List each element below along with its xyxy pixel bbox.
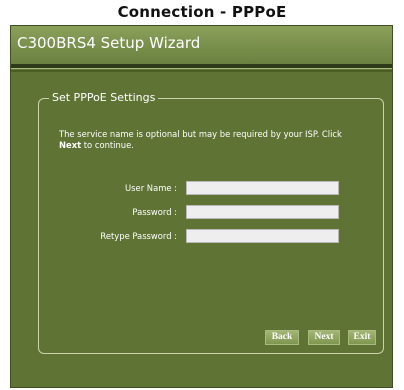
- back-button[interactable]: Back: [265, 330, 299, 345]
- setup-wizard-window: C300BRS4 Setup Wizard Set PPPoE Settings…: [10, 25, 393, 388]
- title-divider-highlight: [11, 68, 392, 69]
- panel-legend: Set PPPoE Settings: [49, 91, 159, 104]
- password-row: Password :: [11, 205, 394, 219]
- retype-password-label: Retype Password :: [100, 231, 177, 241]
- next-button[interactable]: Next: [308, 330, 340, 345]
- retype-password-input[interactable]: [186, 229, 339, 243]
- username-label: User Name :: [125, 183, 177, 193]
- description-next-bold: Next: [59, 140, 82, 150]
- username-row: User Name :: [11, 181, 394, 195]
- description-text-before: The service name is optional but may be …: [59, 129, 342, 139]
- exit-button[interactable]: Exit: [348, 330, 376, 345]
- password-input[interactable]: [186, 205, 339, 219]
- page-caption: Connection - PPPoE: [117, 3, 287, 21]
- panel-description: The service name is optional but may be …: [59, 129, 364, 151]
- window-title: C300BRS4 Setup Wizard: [17, 34, 201, 52]
- username-input[interactable]: [186, 181, 339, 195]
- title-divider-shadow: [11, 70, 392, 72]
- password-label: Password :: [132, 207, 177, 217]
- description-text-after: to continue.: [81, 140, 134, 150]
- retype-password-row: Retype Password :: [11, 229, 394, 243]
- title-bar: C300BRS4 Setup Wizard: [11, 26, 392, 64]
